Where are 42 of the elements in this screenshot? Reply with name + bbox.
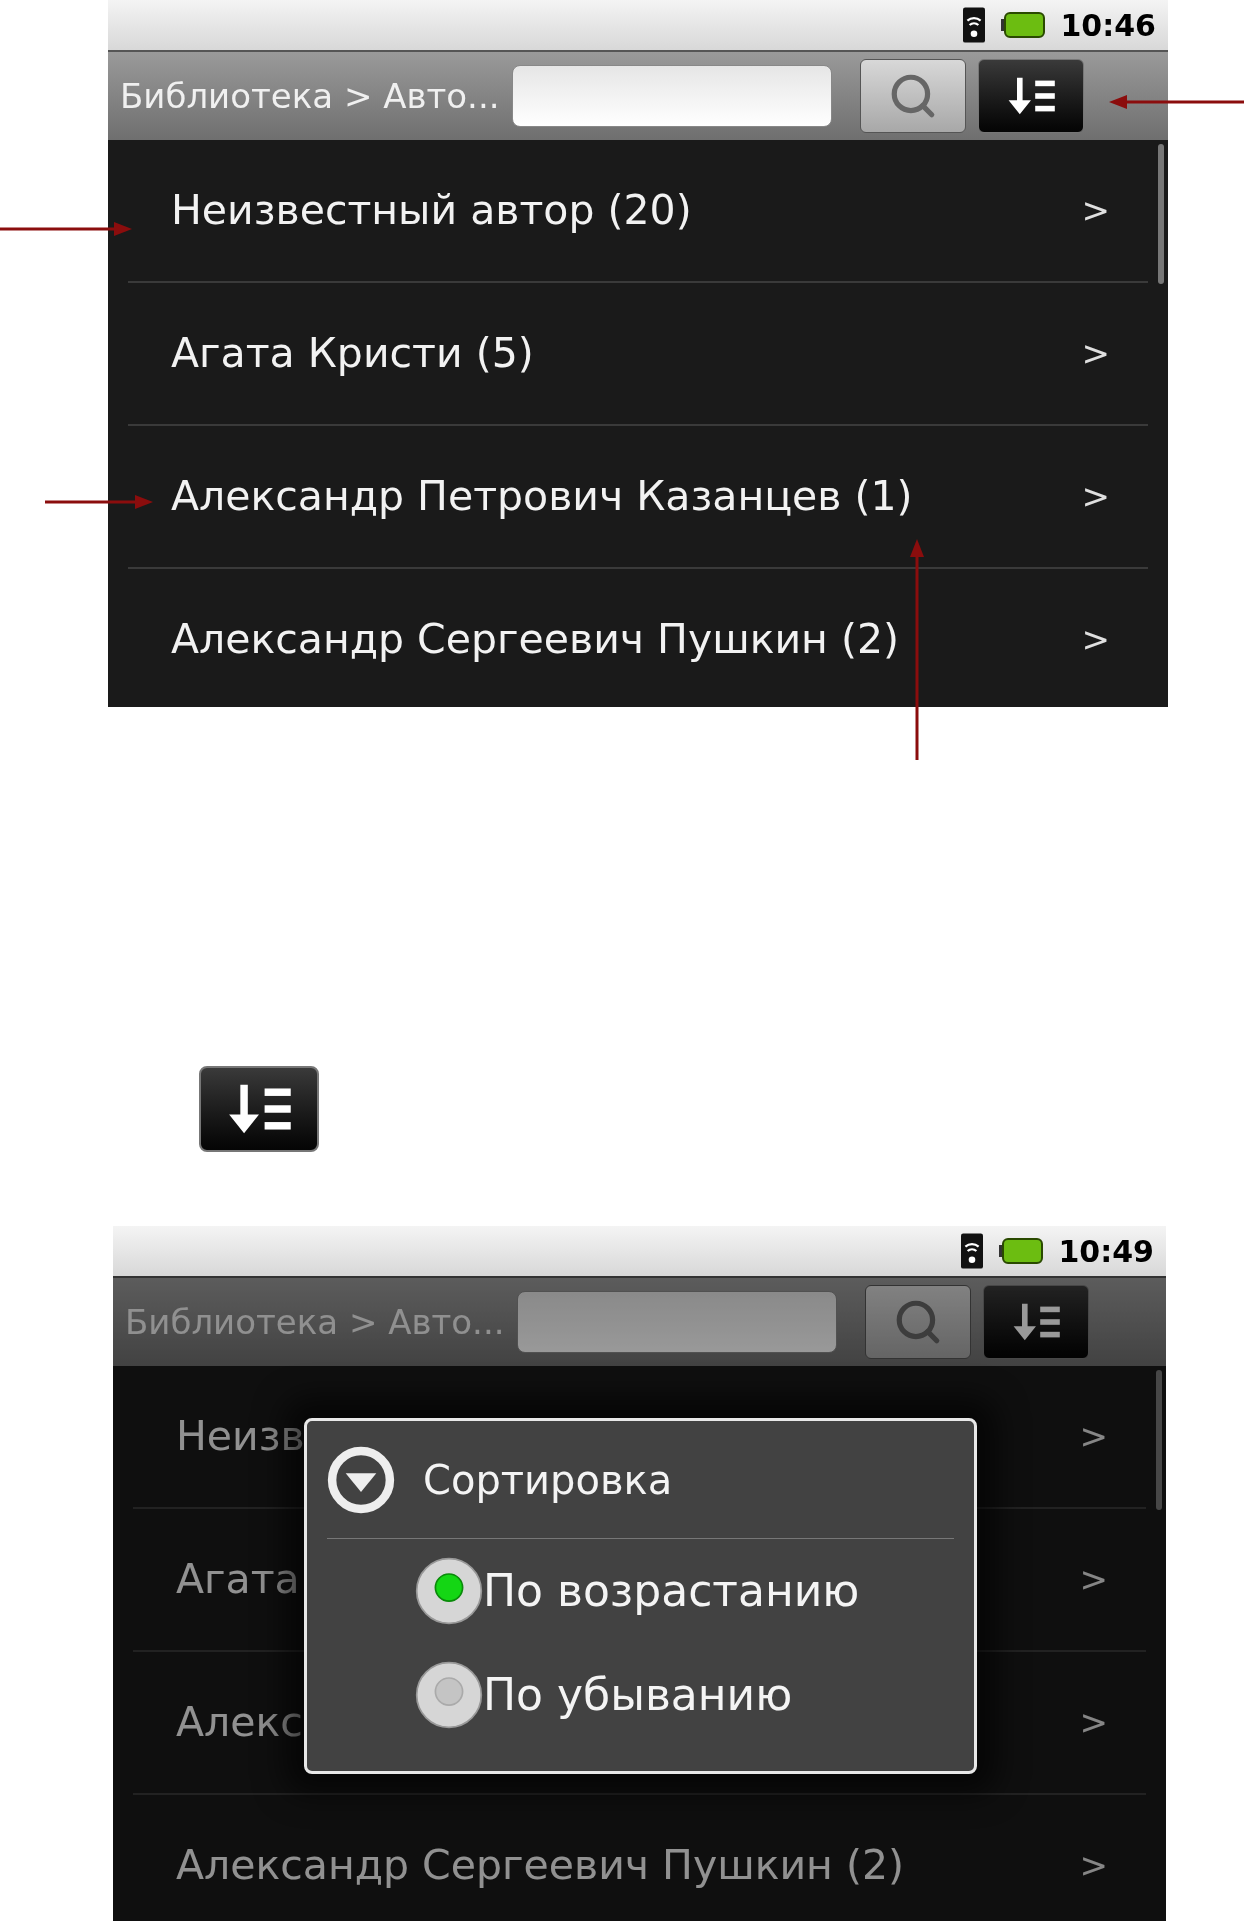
author-name: Неизв [176, 1410, 305, 1462]
battery-icon [1000, 12, 1045, 38]
signal-icon [962, 7, 985, 43]
sort-button[interactable] [977, 59, 1084, 133]
author-name: Алекс [176, 1696, 303, 1748]
author-name: Неизвестный автор (20) [171, 184, 692, 236]
battery-icon [998, 1238, 1043, 1264]
chevron: > [1079, 1415, 1108, 1458]
sort-option[interactable]: По возрастанию [327, 1539, 954, 1643]
author-name: Агата [176, 1553, 300, 1605]
chevron: > [1081, 618, 1110, 661]
search-button[interactable] [864, 1285, 971, 1359]
author-name: Александр Петрович Казанцев (1) [171, 470, 913, 522]
chevron: > [1079, 1701, 1108, 1744]
chevron: > [1079, 1844, 1108, 1887]
breadcrumb: Библиотека > Авто... [120, 74, 500, 118]
option-label: По убыванию [483, 1668, 793, 1722]
author-row[interactable]: Александр Сергеевич Пушкин (2) > [133, 1795, 1146, 1921]
search-button[interactable] [859, 59, 966, 133]
author-row[interactable]: Неизвестный автор (20) > [128, 140, 1148, 283]
chevron: > [1081, 189, 1110, 232]
chevron: > [1081, 332, 1110, 375]
author-row[interactable]: Агата Кристи (5) > [128, 283, 1148, 426]
radio-button[interactable] [415, 1557, 483, 1625]
breadcrumb: Библиотека > Авто... [125, 1300, 505, 1344]
chevron: > [1079, 1558, 1108, 1601]
author-name: Александр Сергеевич Пушкин (2) [171, 613, 899, 665]
sort-option[interactable]: По убыванию [327, 1643, 954, 1747]
radio-button[interactable] [415, 1661, 483, 1729]
search-field[interactable] [516, 1291, 837, 1353]
clock-time: 10:46 [1060, 6, 1156, 45]
option-label: По возрастанию [483, 1564, 860, 1618]
dialog-title: Сортировка [423, 1455, 673, 1505]
author-row[interactable]: Александр Сергеевич Пушкин (2) > [128, 569, 1148, 707]
author-name: Александр Сергеевич Пушкин (2) [176, 1839, 904, 1891]
dropdown-circle-icon [327, 1445, 395, 1514]
clock-time: 10:49 [1058, 1232, 1154, 1271]
sort-button[interactable] [982, 1285, 1089, 1359]
author-name: Агата Кристи (5) [171, 327, 534, 379]
chevron: > [1081, 475, 1110, 518]
search-field[interactable] [511, 65, 832, 127]
signal-icon [960, 1233, 983, 1269]
